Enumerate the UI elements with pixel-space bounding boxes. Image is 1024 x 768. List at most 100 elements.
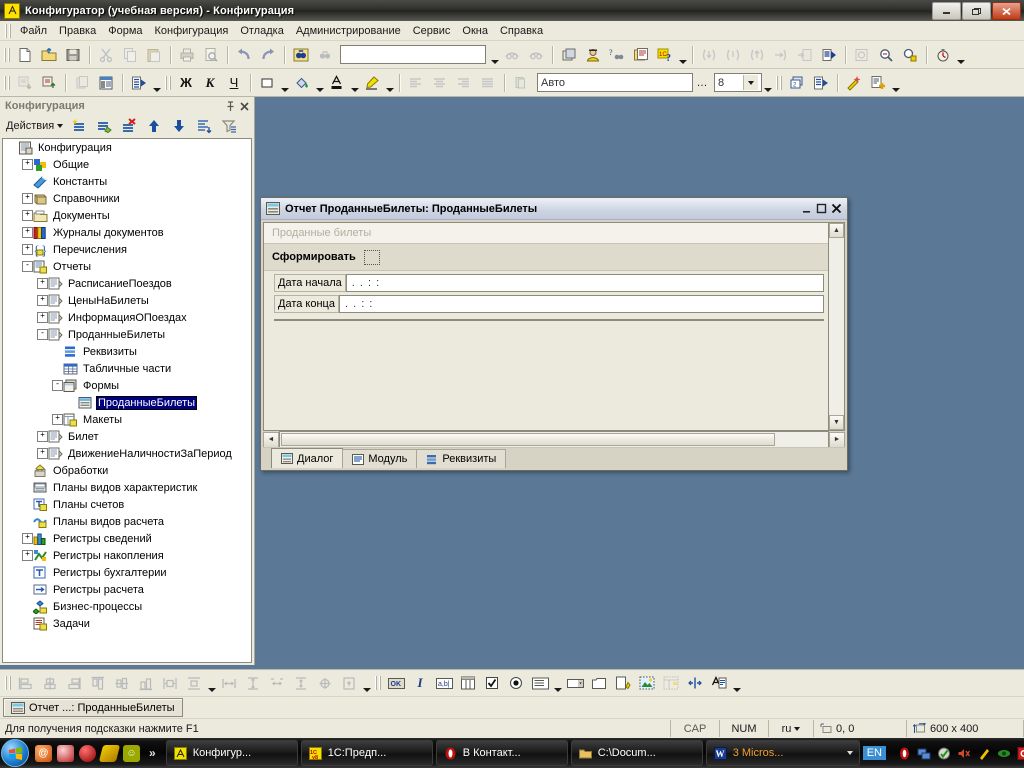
btoolbar-grip-2[interactable]: [375, 676, 381, 690]
toolbar-overflow-arrow-4[interactable]: [890, 70, 901, 96]
tree-item[interactable]: Константы: [3, 173, 251, 190]
controls-dropdown[interactable]: [731, 670, 742, 696]
taskbar-button-explorer[interactable]: C:\Docum...: [571, 740, 703, 766]
tree-item[interactable]: +{}Перечисления: [3, 241, 251, 258]
tree-item[interactable]: Планы видов расчета: [3, 513, 251, 530]
toolbar-grip[interactable]: [4, 48, 10, 62]
network-icon[interactable]: [917, 746, 932, 761]
actions-menu-button[interactable]: Действия: [3, 119, 66, 133]
highlight-dropdown[interactable]: [384, 70, 395, 96]
volume-mute-icon[interactable]: [957, 746, 972, 761]
center-horizontally-icon[interactable]: [158, 671, 182, 695]
border-dropdown[interactable]: [279, 70, 290, 96]
font-color-icon[interactable]: [325, 71, 349, 95]
taskbar-button-vkontakte[interactable]: В Контакт...: [436, 740, 568, 766]
eval-expression-icon[interactable]: [850, 43, 874, 67]
tree-item[interactable]: +Журналы документов: [3, 224, 251, 241]
size-to-content-icon[interactable]: [313, 671, 337, 695]
windows-list-icon[interactable]: [557, 43, 581, 67]
scroll-down-button[interactable]: ▼: [829, 415, 844, 430]
tree-item[interactable]: +Справочники: [3, 190, 251, 207]
tree-toggle-expand-icon[interactable]: +: [37, 278, 48, 289]
copy-format-icon[interactable]: [509, 71, 533, 95]
tree-item[interactable]: -ПроданныеБилеты: [3, 326, 251, 343]
scroll-left-button[interactable]: ◄: [263, 432, 279, 448]
cut-icon[interactable]: [94, 43, 118, 67]
pin-icon[interactable]: [223, 99, 237, 113]
tree-item[interactable]: Регистры расчета: [3, 581, 251, 598]
menu-item-debug[interactable]: Отладка: [234, 23, 289, 39]
menu-item-windows[interactable]: Окна: [456, 23, 494, 39]
find-forward-icon[interactable]: [524, 43, 548, 67]
recorder-icon[interactable]: [1017, 746, 1024, 761]
tree-item[interactable]: +Документы: [3, 207, 251, 224]
taskbar-button-enterprise[interactable]: 1Cv8 1C:Предп...: [301, 740, 433, 766]
align-middles-icon[interactable]: [110, 671, 134, 695]
language-indicator[interactable]: EN: [863, 746, 886, 760]
stop-debug-icon[interactable]: [898, 43, 922, 67]
tree-item[interactable]: +Макеты: [3, 411, 251, 428]
quick-launch-overflow[interactable]: »: [145, 746, 160, 760]
move-down-icon[interactable]: [167, 114, 191, 138]
antivirus-icon[interactable]: [937, 746, 952, 761]
tree-item[interactable]: Планы видов характеристик: [3, 479, 251, 496]
html-field-icon[interactable]: [611, 671, 635, 695]
tree-item[interactable]: +Регистры сведений: [3, 530, 251, 547]
user-icon[interactable]: [581, 43, 605, 67]
bold-button[interactable]: Ж: [174, 71, 198, 95]
grid-snap-icon[interactable]: [337, 671, 361, 695]
tree-toggle-collapse-icon[interactable]: -: [22, 261, 33, 272]
tree-toggle-expand-icon[interactable]: +: [52, 414, 63, 425]
center-vertically-icon[interactable]: [182, 671, 206, 695]
performance-timer-icon[interactable]: [931, 43, 955, 67]
menu-item-help[interactable]: Справка: [494, 23, 549, 39]
help-search-icon[interactable]: ?: [605, 43, 629, 67]
step-out-icon[interactable]: [745, 43, 769, 67]
toolbar-grip-4[interactable]: [776, 76, 782, 90]
label-icon[interactable]: I: [408, 671, 432, 695]
start-button[interactable]: [1, 739, 29, 767]
report-maximize-button[interactable]: [814, 201, 829, 216]
configuration-tree[interactable]: Конфигурация+ОбщиеКонстанты+Справочники+…: [2, 138, 252, 663]
tree-toggle-expand-icon[interactable]: +: [22, 193, 33, 204]
generate-button[interactable]: Сформировать: [272, 251, 356, 263]
tree-toggle-expand-icon[interactable]: +: [22, 159, 33, 170]
close-button[interactable]: [992, 2, 1021, 20]
ellipsis-button[interactable]: …: [693, 71, 711, 95]
tree-item[interactable]: Табличные части: [3, 360, 251, 377]
align-center-icon[interactable]: [428, 71, 452, 95]
font-size-dropdown[interactable]: [743, 75, 758, 90]
start-debug-icon[interactable]: [817, 43, 841, 67]
tree-item[interactable]: Реквизиты: [3, 343, 251, 360]
tree-item[interactable]: +Билет: [3, 428, 251, 445]
tree-item[interactable]: Бизнес-процессы: [3, 598, 251, 615]
edit-icon[interactable]: [92, 114, 116, 138]
tree-toggle-expand-icon[interactable]: +: [37, 431, 48, 442]
tree-item[interactable]: -Формы: [3, 377, 251, 394]
menu-item-edit[interactable]: Правка: [53, 23, 102, 39]
align-right-edges-icon[interactable]: [62, 671, 86, 695]
list-run-icon[interactable]: [127, 71, 151, 95]
size-dropdown[interactable]: [361, 670, 372, 696]
insert-before-icon[interactable]: [13, 71, 37, 95]
mail-icon[interactable]: @: [35, 745, 52, 762]
tree-toggle-expand-icon[interactable]: +: [22, 550, 33, 561]
menu-grip[interactable]: [5, 24, 11, 38]
save-icon[interactable]: [61, 43, 85, 67]
fill-color-icon[interactable]: [290, 71, 314, 95]
find-next-icon[interactable]: [313, 43, 337, 67]
fill-color-dropdown[interactable]: [314, 70, 325, 96]
checkbox-icon[interactable]: [480, 671, 504, 695]
insert-after-icon[interactable]: [37, 71, 61, 95]
goto-line-icon[interactable]: [793, 43, 817, 67]
placeholder-control[interactable]: [364, 250, 380, 265]
tree-item[interactable]: +ДвижениеНаличностиЗаПериод: [3, 445, 251, 462]
tab-attributes[interactable]: Реквизиты: [416, 449, 506, 468]
scroll-right-button[interactable]: ►: [829, 432, 845, 448]
opera-icon[interactable]: [57, 745, 74, 762]
ok-button-icon[interactable]: OK: [384, 671, 408, 695]
find-prev-icon[interactable]: [500, 43, 524, 67]
border-icon[interactable]: [255, 71, 279, 95]
result-spreadsheet-field[interactable]: [274, 319, 824, 321]
tree-item[interactable]: ПроданныеБилеты: [3, 394, 251, 411]
